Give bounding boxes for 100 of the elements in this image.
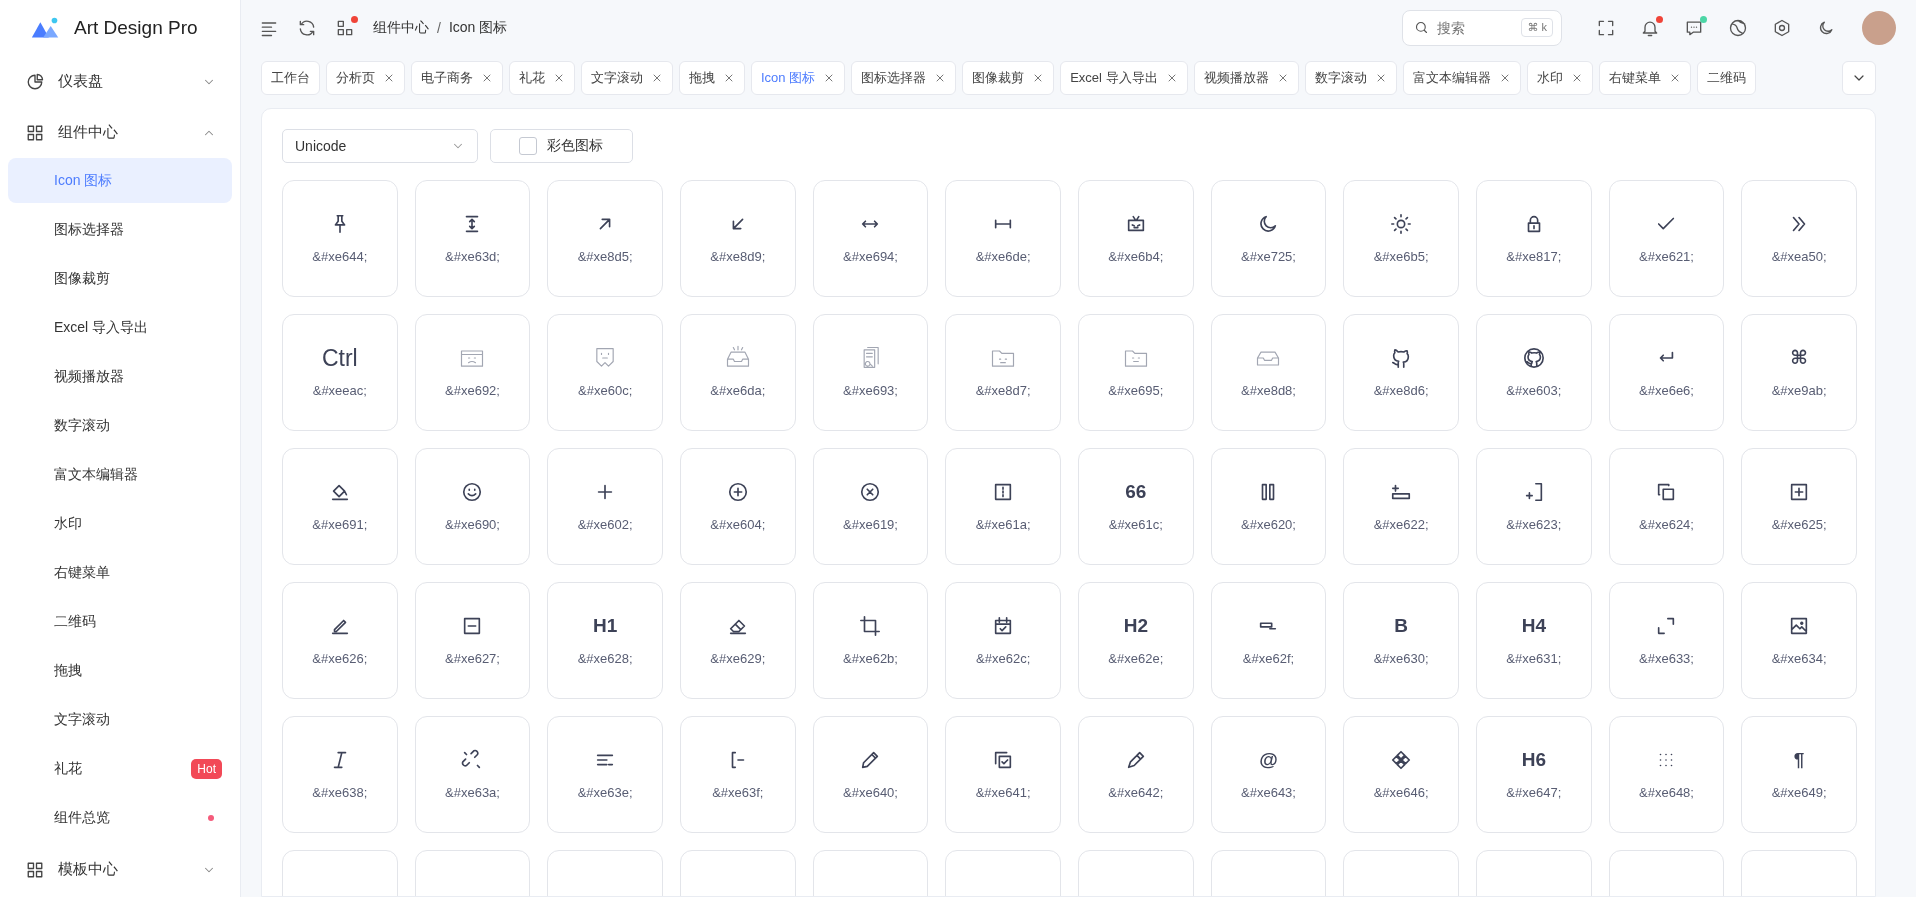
icon-tile[interactable]: &#xe634; <box>1741 582 1857 699</box>
icon-tile[interactable]: &#xe6de; <box>945 180 1061 297</box>
sidebar-item[interactable]: 二维码 <box>8 599 232 644</box>
icon-tile[interactable]: &#xe620; <box>1210 448 1327 565</box>
tab[interactable]: 视频播放器 <box>1193 61 1299 95</box>
icon-tile[interactable]: &#xea50; <box>1741 180 1857 297</box>
icon-tile[interactable]: B &#xe630; <box>1343 582 1459 699</box>
icon-tile[interactable]: &#xe603; <box>1476 314 1592 431</box>
icon-tile[interactable]: &#xe8d5; <box>547 180 663 297</box>
sidebar-item[interactable]: 右键菜单 <box>8 550 232 595</box>
icon-tile[interactable]: &#xe692; <box>414 314 531 431</box>
icon-tile[interactable]: &#xe63a; <box>414 716 531 833</box>
icon-tile[interactable]: H4 &#xe631; <box>1476 582 1592 699</box>
icon-tile[interactable]: &#xe621; <box>1608 180 1725 297</box>
icon-tile[interactable]: H1 &#xe628; <box>547 582 663 699</box>
icon-tile[interactable]: &#xe725; <box>1210 180 1327 297</box>
refresh-icon[interactable] <box>297 18 317 38</box>
icon-tile[interactable]: H6 &#xe647; <box>1476 716 1592 833</box>
fullscreen-icon[interactable] <box>1596 18 1616 38</box>
icon-tile[interactable]: &#xe690; <box>414 448 531 565</box>
tab[interactable]: 拖拽 <box>679 61 745 95</box>
icon-tile[interactable]: &#xe62f; <box>1210 582 1327 699</box>
icon-tile[interactable]: &#xe626; <box>282 582 398 699</box>
icon-tile[interactable]: &#xe8d8; <box>1210 314 1327 431</box>
icon-tile[interactable]: &#xe646; <box>1343 716 1459 833</box>
close-icon[interactable] <box>651 72 663 84</box>
icon-tile[interactable]: &#xe648; <box>1608 716 1725 833</box>
breadcrumb-item[interactable]: 组件中心 <box>373 19 429 37</box>
close-icon[interactable] <box>383 72 395 84</box>
color-icon-checkbox[interactable]: 彩色图标 <box>490 129 633 163</box>
icon-tile[interactable]: &#xe6da; <box>680 314 796 431</box>
apps-icon[interactable] <box>335 18 355 38</box>
icon-tile[interactable]: H2 &#xe62e; <box>1078 582 1194 699</box>
tab[interactable]: 二维码 <box>1696 61 1756 95</box>
icon-tile[interactable]: &#xe62c; <box>945 582 1061 699</box>
sidebar-item[interactable]: 视频播放器 <box>8 354 232 399</box>
icon-tile[interactable]: &#xe8d7; <box>945 314 1061 431</box>
tab[interactable]: Excel 导入导出 <box>1060 61 1188 95</box>
icon-tile[interactable]: &#xe695; <box>1078 314 1194 431</box>
icon-tile[interactable]: &#xe602; <box>547 448 663 565</box>
tab[interactable]: 文字滚动 <box>581 61 673 95</box>
icon-tile[interactable]: &#xe633; <box>1608 582 1725 699</box>
tab[interactable]: 右键菜单 <box>1598 61 1691 95</box>
tab[interactable]: 水印 <box>1526 61 1593 95</box>
sidebar-item[interactable]: 组件总览 <box>8 795 232 840</box>
icon-tile[interactable]: &#xe604; <box>680 448 796 565</box>
icon-tile[interactable]: ¶ &#xe649; <box>1741 716 1857 833</box>
settings-icon[interactable] <box>1772 18 1792 38</box>
sidebar-item[interactable]: Excel 导入导出 <box>8 305 232 350</box>
tab[interactable]: 分析页 <box>326 61 405 95</box>
icon-tile[interactable]: &#xe622; <box>1343 448 1459 565</box>
icon-tile[interactable]: &#xe63f; <box>680 716 796 833</box>
sidebar-item[interactable]: 礼花 Hot <box>8 746 232 791</box>
sidebar-item[interactable]: 水印 <box>8 501 232 546</box>
tab[interactable]: 电子商务 <box>411 61 503 95</box>
icon-tile[interactable]: &#xe8d6; <box>1343 314 1459 431</box>
icon-tile[interactable]: Ctrl &#xeeac; <box>282 314 398 431</box>
icon-tile[interactable]: &#xe60c; <box>547 314 663 431</box>
sidebar-item[interactable]: 图标选择器 <box>8 207 232 252</box>
icon-tile[interactable]: &#xe627; <box>414 582 531 699</box>
checkbox[interactable] <box>519 137 537 155</box>
icon-tile[interactable]: &#xe638; <box>282 716 398 833</box>
icon-tile[interactable]: &#xe644; <box>282 180 398 297</box>
icon-tile[interactable]: &#xe6e6; <box>1608 314 1725 431</box>
icon-tile[interactable]: &#xe61a; <box>945 448 1061 565</box>
icon-tile[interactable]: &#xe6b4; <box>1078 180 1194 297</box>
globe-icon[interactable] <box>1728 18 1748 38</box>
icon-tile[interactable]: &#xe817; <box>1476 180 1592 297</box>
tab[interactable]: 图标选择器 <box>851 61 957 95</box>
icon-tile[interactable]: &#xe629; <box>680 582 796 699</box>
sidebar-item[interactable]: 文字滚动 <box>8 697 232 742</box>
icon-tile[interactable]: &#xe693; <box>812 314 929 431</box>
close-icon[interactable] <box>481 72 493 84</box>
close-icon[interactable] <box>553 72 565 84</box>
icon-tile[interactable]: @ &#xe643; <box>1210 716 1327 833</box>
icon-tile[interactable]: &#xe8d9; <box>680 180 796 297</box>
icon-tile[interactable]: &#xe691; <box>282 448 398 565</box>
tab[interactable]: 工作台 <box>261 61 320 95</box>
icon-tile[interactable]: &#xe63d; <box>414 180 531 297</box>
icon-tile[interactable]: &#xe641; <box>945 716 1061 833</box>
icon-tile[interactable]: &#xe6b5; <box>1343 180 1459 297</box>
tab[interactable]: 礼花 <box>509 61 575 95</box>
icon-tile[interactable]: &#xe694; <box>812 180 929 297</box>
tab[interactable]: 数字滚动 <box>1304 61 1397 95</box>
sidebar-group[interactable]: 模板中心 <box>0 844 240 895</box>
sidebar-group[interactable]: 组件中心 <box>0 107 240 158</box>
tab[interactable]: Icon 图标 <box>751 61 846 95</box>
close-icon[interactable] <box>723 72 735 84</box>
sidebar-item[interactable]: 拖拽 <box>8 648 232 693</box>
sidebar-item[interactable]: 数字滚动 <box>8 403 232 448</box>
tab[interactable]: 图像裁剪 <box>962 61 1055 95</box>
icon-tile[interactable]: ⌘ &#xe9ab; <box>1741 314 1857 431</box>
icon-tile[interactable]: &#xe619; <box>812 448 929 565</box>
icon-tile[interactable]: &#xe625; <box>1741 448 1857 565</box>
icon-tile[interactable]: &#xe640; <box>812 716 929 833</box>
icon-tile[interactable]: &#xe642; <box>1078 716 1194 833</box>
icon-tile[interactable]: &#xe63e; <box>547 716 663 833</box>
tab[interactable]: 富文本编辑器 <box>1402 61 1521 95</box>
sidebar-group[interactable]: 仪表盘 <box>0 56 240 107</box>
icon-tile[interactable]: 66 &#xe61c; <box>1078 448 1194 565</box>
